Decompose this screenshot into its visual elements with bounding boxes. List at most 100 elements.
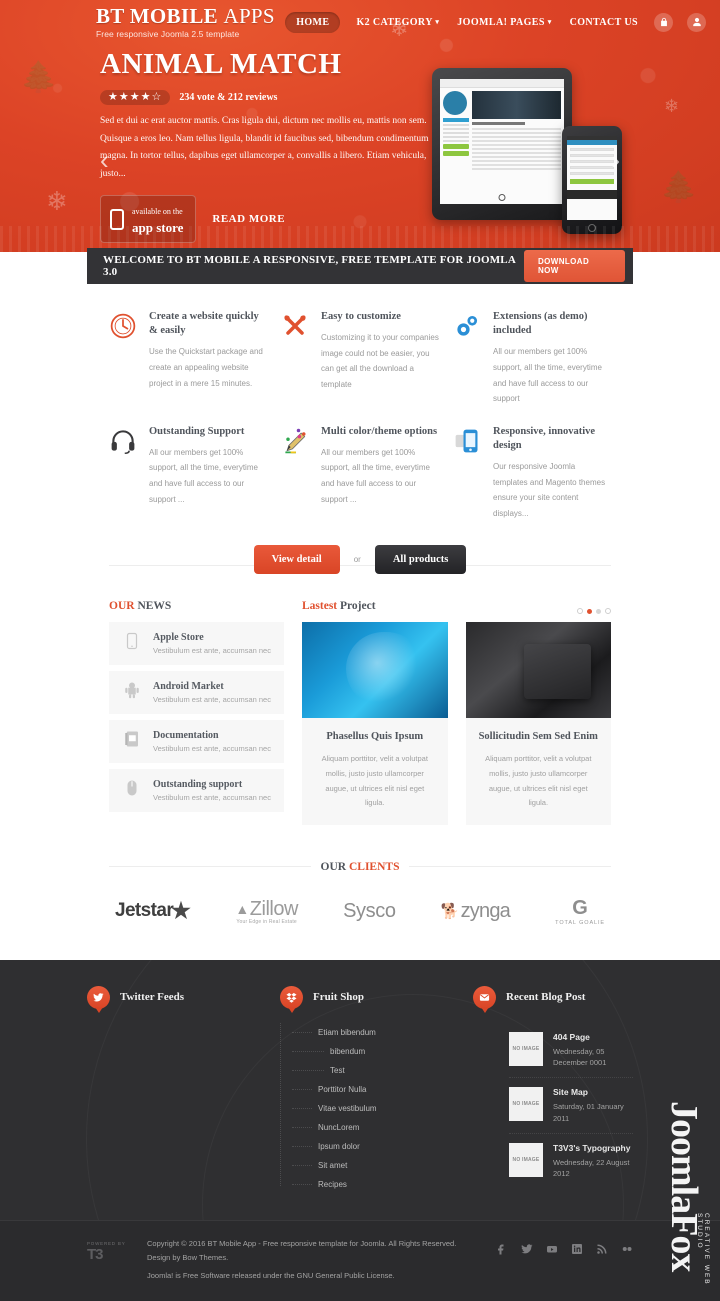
nav-item-k2-category[interactable]: K2 CATEGORY ▾ [354,12,441,33]
blog-post-title: Site Map [553,1087,588,1098]
nav-item-joomla-pages[interactable]: JOOMLA! PAGES ▾ [455,12,553,33]
footer-menu-item[interactable]: Recipes [292,1175,455,1194]
nav-label: JOOMLA! PAGES [457,16,545,28]
footer-fruitshop-column: Fruit Shop Etiam bibendum bibendum Test … [280,985,455,1194]
social-links [496,1237,633,1255]
view-detail-button[interactable]: View detail [253,545,340,575]
user-icon[interactable] [687,12,706,32]
our-clients-heading-plain: OUR [320,860,349,873]
house-icon: ▲ [235,901,249,918]
latest-project-header: Lastest Project [302,600,611,622]
carousel-dot[interactable] [587,608,592,614]
android-icon [121,681,143,704]
client-logo-label: Jetstar [115,900,174,922]
list-item-subtitle: Vestibulum est ante, accumsan nec [153,793,271,803]
our-clients-heading-accent: CLIENTS [348,860,400,873]
project-carousel-dots [577,608,611,615]
our-news-heading-rest: NEWS [134,600,172,613]
read-more-link[interactable]: READ MORE [212,213,285,225]
youtube-icon[interactable] [546,1243,558,1255]
all-products-button[interactable]: All products [374,545,467,575]
blog-post-item[interactable]: NO IMAGE T3V3's Typography Wednesday, 22… [509,1134,633,1189]
copyright-line-1: Copyright © 2016 BT Mobile App - Free re… [147,1238,457,1248]
project-card[interactable]: Phasellus Quis Ipsum Aliquam porttitor, … [302,622,448,825]
lock-icon[interactable] [654,12,673,32]
list-item-title: Android Market [153,681,224,693]
our-news-column: OUR NEWS Apple Store Vestibulum est ante… [109,600,284,825]
twitter-icon[interactable] [521,1243,533,1255]
list-item[interactable]: Android Market Vestibulum est ante, accu… [109,671,284,715]
brand-title: BT MOBILE APPS [96,3,275,28]
hero-content: ANIMAL MATCH ★★★★☆ 234 vote & 212 review… [0,44,720,244]
feature-description: Customizing it to your companies image c… [321,333,439,389]
footer-menu-item[interactable]: bibendum [292,1042,455,1061]
carousel-dot[interactable] [577,608,583,615]
brand-subtitle: Free responsive Joomla 2.5 template [96,28,240,39]
cta-or-label: or [349,555,365,565]
star-rating-icon: ★★★★☆ [100,90,171,105]
footer-menu-item[interactable]: Etiam bibendum [292,1023,455,1042]
pencil-palette-icon [281,425,311,522]
features-grid: Create a website quickly & easily Use th… [87,284,633,529]
footer-menu-item[interactable]: Porttitor Nulla [292,1080,455,1099]
blog-post-title: 404 Page [553,1031,590,1042]
latest-project-heading: Lastest Project [302,600,376,612]
facebook-icon[interactable] [496,1243,508,1255]
feature-description: Use the Quickstart package and create an… [149,347,263,388]
top-navigation-bar: BT MOBILE APPS Free responsive Joomla 2.… [0,0,720,44]
footer-menu-item[interactable]: Vitae vestibulum [292,1099,455,1118]
copyright-bar: POWERED BY T3 Copyright © 2016 BT Mobile… [0,1219,720,1301]
app-store-line1: available on the [132,207,183,217]
project-card[interactable]: Sollicitudin Sem Sed Enim Aliquam portti… [465,622,611,825]
feature-title: Multi color/theme options [321,425,438,437]
no-image-placeholder: NO IMAGE [509,1087,543,1122]
blog-post-item[interactable]: NO IMAGE Site Map Saturday, 01 January 2… [509,1078,633,1134]
rating-count-text: 234 vote & 212 reviews [179,92,278,103]
carousel-dot[interactable] [605,608,611,615]
app-store-button[interactable]: available on the app store [100,195,197,244]
site-brand[interactable]: BT MOBILE APPS Free responsive Joomla 2.… [96,3,275,39]
copyright-text: Copyright © 2016 BT Mobile App - Free re… [139,1237,496,1283]
feature-item: Create a website quickly & easily Use th… [109,310,267,407]
chevron-down-icon: ▾ [435,17,440,26]
blog-post-item[interactable]: NO IMAGE 404 Page Wednesday, 05 December… [509,1023,633,1079]
nav-item-home[interactable]: HOME [285,11,341,33]
welcome-text: WELCOME TO BT MOBILE A RESPONSIVE, FREE … [103,254,516,278]
list-item-title: Apple Store [153,632,204,644]
mobile-icon [121,632,143,655]
no-image-placeholder: NO IMAGE [509,1142,543,1177]
nav-item-contact-us[interactable]: CONTACT US [568,12,640,33]
hero-rating: ★★★★☆ 234 vote & 212 reviews [100,90,430,105]
our-clients-heading: OUR CLIENTS [310,860,410,873]
linkedin-icon[interactable] [571,1243,583,1255]
client-logo-tagline: TOTAL GOALIE [555,919,605,926]
slider-next-arrow[interactable]: › [611,145,620,176]
feature-title: Create a website quickly & easily [149,311,259,337]
carousel-dot[interactable] [596,608,601,614]
list-item[interactable]: Outstanding support Vestibulum est ante,… [109,769,284,813]
t3-framework-logo: POWERED BY T3 [87,1237,139,1263]
footer-menu-item[interactable]: Sit amet [292,1156,455,1175]
list-item[interactable]: Documentation Vestibulum est ante, accum… [109,720,284,764]
book-icon [121,730,143,753]
list-item[interactable]: Apple Store Vestibulum est ante, accumsa… [109,622,284,666]
latest-project-heading-rest: Project [337,600,376,613]
footer-column-header: Recent Blog Post [473,985,633,1009]
flickr-icon[interactable] [621,1243,633,1255]
slider-prev-arrow[interactable]: ‹ [100,145,109,176]
app-store-line2: app store [132,220,184,236]
brand-title-light: APPS [223,3,275,28]
dropbox-icon [280,985,303,1009]
download-now-button[interactable]: DOWNLOAD NOW [523,250,625,282]
copyright-line-2: Design by Bow Themes. [147,1252,229,1262]
blog-post-title: T3V3's Typography [553,1142,631,1153]
our-clients-header: OUR CLIENTS [109,857,611,875]
t3-logo-main: T3 [87,1245,104,1263]
project-description: Aliquam porttitor, velit a volutpat moll… [321,754,428,808]
footer-menu-item[interactable]: Ipsum dolor [292,1137,455,1156]
footer-menu-item[interactable]: NuncLorem [292,1118,455,1137]
project-cards: Phasellus Quis Ipsum Aliquam porttitor, … [302,622,611,825]
rss-icon[interactable] [596,1243,608,1255]
blog-post-date: Wednesday, 22 August 2012 [553,1157,630,1179]
footer-menu-item[interactable]: Test [292,1061,455,1080]
